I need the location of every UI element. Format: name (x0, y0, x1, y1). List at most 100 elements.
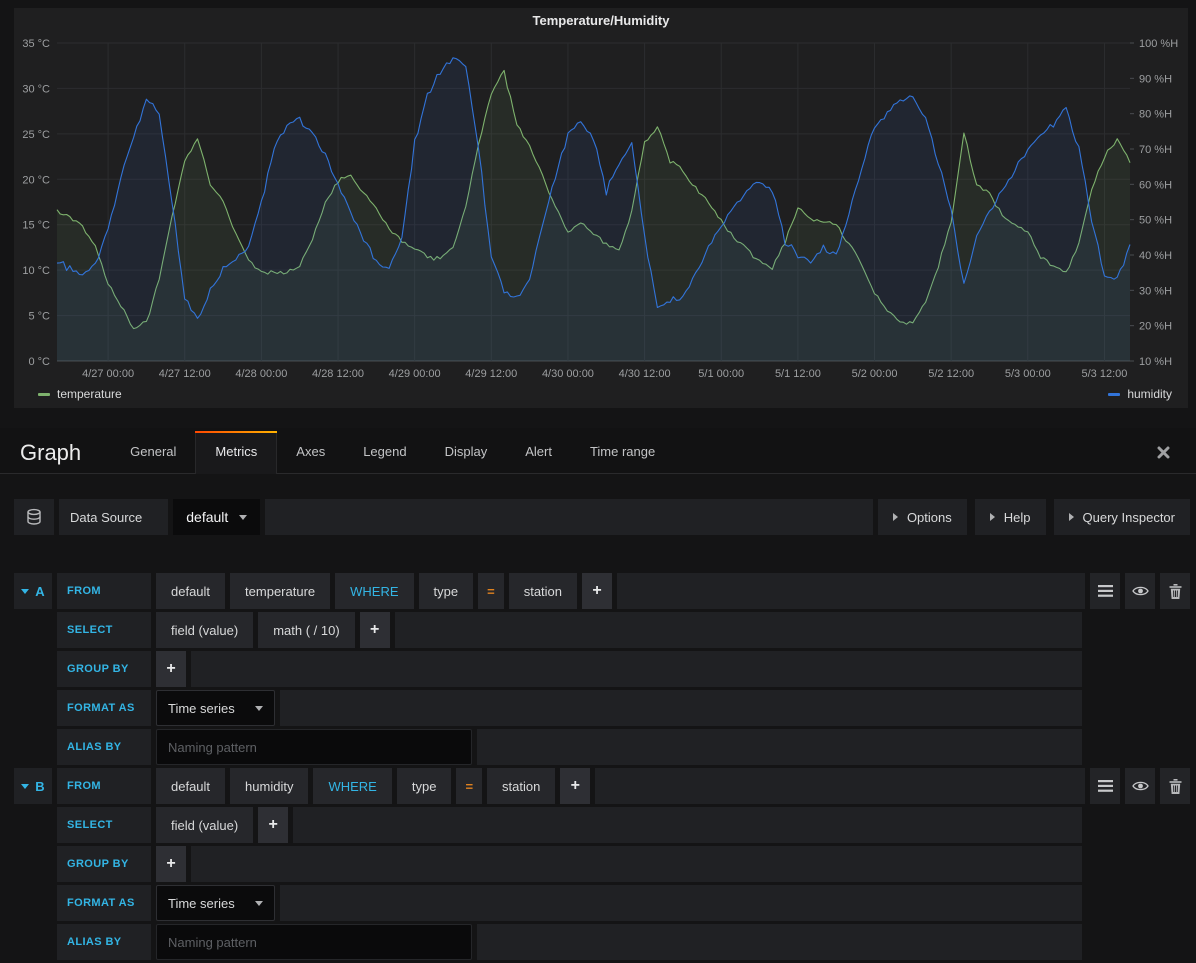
eye-icon-button[interactable] (1125, 573, 1155, 609)
svg-text:70 %H: 70 %H (1139, 144, 1172, 156)
editor-tabbar: Graph GeneralMetricsAxesLegendDisplayAle… (0, 428, 1196, 474)
format-as-dropdown[interactable]: Time series (156, 885, 275, 921)
query-part[interactable]: humidity (230, 768, 308, 804)
legend-label-temperature: temperature (57, 387, 122, 401)
query-inspector-button[interactable]: Query Inspector (1054, 499, 1191, 535)
row-filler (191, 846, 1082, 882)
format-as-dropdown[interactable]: Time series (156, 690, 275, 726)
datasource-row: Data Source default OptionsHelpQuery Ins… (14, 499, 1190, 535)
legend-item-temperature[interactable]: temperature (38, 387, 122, 401)
query-part[interactable]: type (397, 768, 452, 804)
tabs: GeneralMetricsAxesLegendDisplayAlertTime… (111, 431, 674, 473)
alias-by-input[interactable] (156, 729, 472, 765)
row-filler (595, 768, 1085, 804)
add-part-button[interactable]: + (156, 846, 186, 882)
query-part[interactable]: = (456, 768, 482, 804)
row-tail-spacer (1087, 612, 1190, 648)
add-part-button[interactable]: + (156, 651, 186, 687)
add-part-button[interactable]: + (582, 573, 612, 609)
humidity-series-swatch (1108, 393, 1120, 396)
add-part-button[interactable]: + (560, 768, 590, 804)
row-tail-spacer (1087, 807, 1190, 843)
row-filler (191, 651, 1082, 687)
tab-time-range[interactable]: Time range (571, 431, 674, 473)
help-button[interactable]: Help (975, 499, 1046, 535)
queries: AFROMdefaulttemperatureWHEREtype=station… (0, 573, 1196, 960)
query-b-row-format-as: FORMAT ASTime series (14, 885, 1190, 921)
row-indent (14, 729, 52, 765)
svg-text:30 °C: 30 °C (22, 83, 50, 95)
add-part-button[interactable]: + (258, 807, 288, 843)
query-part[interactable]: station (509, 573, 577, 609)
svg-text:5/2 12:00: 5/2 12:00 (928, 368, 974, 380)
query-a-row-group-by: GROUP BY+ (14, 651, 1190, 687)
svg-text:20 %H: 20 %H (1139, 321, 1172, 333)
row-filler (477, 729, 1082, 765)
svg-text:5/2 00:00: 5/2 00:00 (852, 368, 898, 380)
row-indent (14, 846, 52, 882)
query-part[interactable]: station (487, 768, 555, 804)
add-part-button[interactable]: + (360, 612, 390, 648)
query-part[interactable]: default (156, 768, 225, 804)
query-collapse-toggle[interactable]: A (14, 573, 52, 609)
tab-display[interactable]: Display (426, 431, 507, 473)
eye-icon-button[interactable] (1125, 768, 1155, 804)
chart-title: Temperature/Humidity (14, 8, 1188, 32)
trash-icon-button[interactable] (1160, 768, 1190, 804)
svg-text:35 °C: 35 °C (22, 38, 50, 50)
query-letter: A (35, 584, 44, 599)
query-part[interactable]: type (419, 573, 474, 609)
chart-svg[interactable]: 0 °C5 °C10 °C15 °C20 °C25 °C30 °C35 °C10… (14, 32, 1188, 384)
svg-text:4/27 12:00: 4/27 12:00 (159, 368, 211, 380)
query-part[interactable]: math ( / 10) (258, 612, 354, 648)
chevron-down-icon (239, 515, 247, 520)
row-tail-spacer (1087, 846, 1190, 882)
query-collapse-toggle[interactable]: B (14, 768, 52, 804)
close-icon[interactable] (1157, 446, 1170, 459)
query-b: BFROMdefaulthumidityWHEREtype=station+SE… (0, 768, 1196, 960)
tab-alert[interactable]: Alert (506, 431, 571, 473)
tab-general[interactable]: General (111, 431, 195, 473)
query-part[interactable]: WHERE (335, 573, 413, 609)
row-label: FORMAT AS (57, 885, 151, 921)
row-indent (14, 612, 52, 648)
legend-item-humidity[interactable]: humidity (1108, 387, 1172, 401)
chevron-down-icon (21, 784, 29, 789)
menu-icon-button[interactable] (1090, 768, 1120, 804)
tab-metrics[interactable]: Metrics (195, 431, 277, 474)
row-label: GROUP BY (57, 846, 151, 882)
datasource-buttons: OptionsHelpQuery Inspector (878, 499, 1190, 535)
query-part[interactable]: field (value) (156, 612, 253, 648)
chevron-down-icon (255, 901, 263, 906)
options-button[interactable]: Options (878, 499, 967, 535)
query-part[interactable]: = (478, 573, 504, 609)
menu-icon-button[interactable] (1090, 573, 1120, 609)
svg-text:5/1 12:00: 5/1 12:00 (775, 368, 821, 380)
query-part[interactable]: default (156, 573, 225, 609)
svg-text:30 %H: 30 %H (1139, 285, 1172, 297)
row-label: FROM (57, 768, 151, 804)
row-label: SELECT (57, 807, 151, 843)
caret-right-icon (990, 513, 995, 521)
datasource-label-cell: Data Source (59, 499, 168, 535)
svg-text:80 %H: 80 %H (1139, 109, 1172, 121)
svg-text:25 °C: 25 °C (22, 129, 50, 141)
trash-icon-button[interactable] (1160, 573, 1190, 609)
query-part[interactable]: temperature (230, 573, 330, 609)
svg-text:5/1 00:00: 5/1 00:00 (698, 368, 744, 380)
caret-right-icon (893, 513, 898, 521)
chevron-down-icon (21, 589, 29, 594)
svg-text:50 %H: 50 %H (1139, 215, 1172, 227)
query-part[interactable]: field (value) (156, 807, 253, 843)
temperature-series-swatch (38, 393, 50, 396)
query-editor: Data Source default OptionsHelpQuery Ins… (0, 473, 1196, 963)
row-label: ALIAS BY (57, 729, 151, 765)
tab-legend[interactable]: Legend (344, 431, 425, 473)
svg-text:5/3 00:00: 5/3 00:00 (1005, 368, 1051, 380)
datasource-picker[interactable]: default (173, 499, 260, 535)
query-a-row-from: AFROMdefaulttemperatureWHEREtype=station… (14, 573, 1190, 609)
row-filler (280, 885, 1082, 921)
tab-axes[interactable]: Axes (277, 431, 344, 473)
svg-text:0 °C: 0 °C (28, 356, 50, 368)
query-part[interactable]: WHERE (313, 768, 391, 804)
